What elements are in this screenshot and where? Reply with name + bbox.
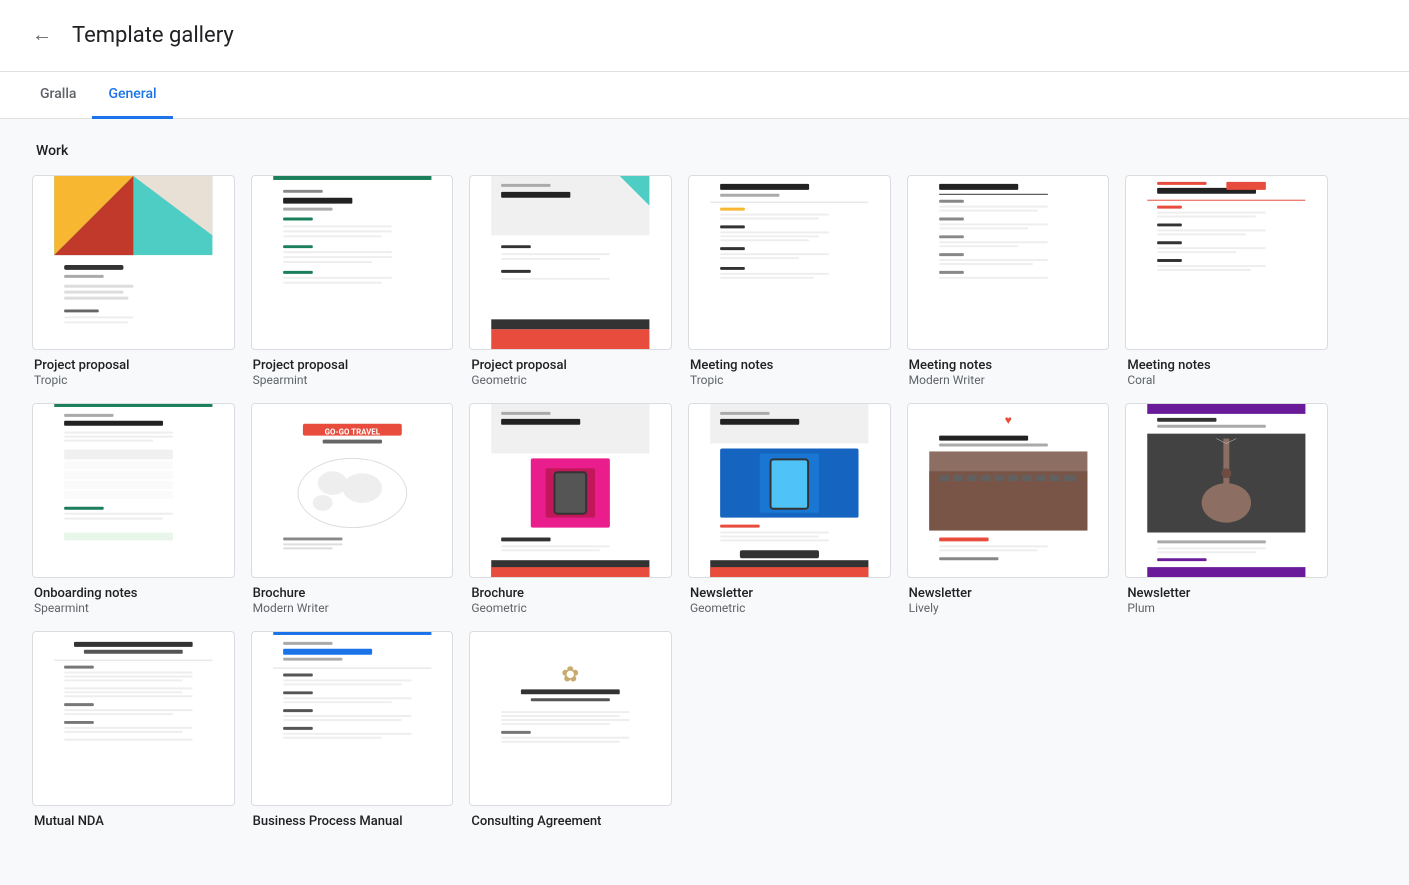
work-section: Work	[32, 143, 1328, 829]
template-card-mn-modern[interactable]: Meeting notes Modern Writer	[907, 175, 1110, 387]
template-thumb-br-geometric	[469, 403, 672, 578]
template-thumb-mn-coral	[1125, 175, 1328, 350]
template-sub-mn-tropic: Tropic	[688, 373, 891, 387]
template-name-on-spearmint: Onboarding notes	[32, 586, 235, 601]
template-sub-pp-tropic: Tropic	[32, 373, 235, 387]
template-card-mn-tropic[interactable]: Meeting notes Tropic	[688, 175, 891, 387]
template-thumb-pp-geometric	[469, 175, 672, 350]
template-thumb-consulting: ✿	[469, 631, 672, 806]
page-header: ← Template gallery	[0, 0, 1409, 72]
template-sub-nl-geometric: Geometric	[688, 601, 891, 615]
template-name-br-geometric: Brochure	[469, 586, 672, 601]
tab-bar: Gralla General	[0, 72, 1409, 119]
template-card-pp-tropic[interactable]: Project proposal Tropic	[32, 175, 235, 387]
template-name-mn-tropic: Meeting notes	[688, 358, 891, 373]
template-card-br-geometric[interactable]: Brochure Geometric	[469, 403, 672, 615]
svg-text:♥: ♥	[1004, 413, 1011, 427]
template-name-nl-plum: Newsletter	[1125, 586, 1328, 601]
template-thumb-nl-geometric	[688, 403, 891, 578]
template-card-nl-geometric[interactable]: Newsletter Geometric	[688, 403, 891, 615]
template-card-nda[interactable]: Mutual NDA	[32, 631, 235, 829]
template-sub-pp-spearmint: Spearmint	[251, 373, 454, 387]
svg-text:GO-GO TRAVEL: GO-GO TRAVEL	[324, 428, 380, 437]
tab-general[interactable]: General	[92, 72, 172, 119]
svg-text:✿: ✿	[562, 662, 580, 687]
template-thumb-bpm	[251, 631, 454, 806]
template-thumb-nl-lively: ♥	[907, 403, 1110, 578]
template-sub-br-modernwriter: Modern Writer	[251, 601, 454, 615]
tab-gralla[interactable]: Gralla	[24, 72, 92, 119]
template-name-consulting: Consulting Agreement	[469, 814, 672, 829]
template-thumb-pp-tropic	[32, 175, 235, 350]
template-sub-br-geometric: Geometric	[469, 601, 672, 615]
template-name-nda: Mutual NDA	[32, 814, 235, 829]
template-card-consulting[interactable]: ✿ Consulting Agreement	[469, 631, 672, 829]
template-sub-pp-geometric: Geometric	[469, 373, 672, 387]
template-card-nl-plum[interactable]: Newsletter Plum	[1125, 403, 1328, 615]
template-card-pp-geometric[interactable]: Project proposal Geometric	[469, 175, 672, 387]
template-card-br-modernwriter[interactable]: GO-GO TRAVEL Brochure Modern Writer	[251, 403, 454, 615]
template-card-bpm[interactable]: Business Process Manual	[251, 631, 454, 829]
main-content: Work	[0, 119, 1360, 885]
template-sub-nl-plum: Plum	[1125, 601, 1328, 615]
page-title: Template gallery	[72, 23, 234, 48]
template-thumb-br-modernwriter: GO-GO TRAVEL	[251, 403, 454, 578]
back-button[interactable]: ←	[24, 16, 60, 55]
template-card-nl-lively[interactable]: ♥	[907, 403, 1110, 615]
template-name-pp-geometric: Project proposal	[469, 358, 672, 373]
template-name-br-modernwriter: Brochure	[251, 586, 454, 601]
template-sub-on-spearmint: Spearmint	[32, 601, 235, 615]
template-name-pp-tropic: Project proposal	[32, 358, 235, 373]
template-thumb-nda	[32, 631, 235, 806]
back-icon: ←	[32, 24, 52, 47]
template-card-on-spearmint[interactable]: Onboarding notes Spearmint	[32, 403, 235, 615]
template-card-pp-spearmint[interactable]: Project proposal Spearmint	[251, 175, 454, 387]
template-name-bpm: Business Process Manual	[251, 814, 454, 829]
template-name-nl-geometric: Newsletter	[688, 586, 891, 601]
template-thumb-mn-modern	[907, 175, 1110, 350]
template-thumb-pp-spearmint	[251, 175, 454, 350]
template-name-mn-coral: Meeting notes	[1125, 358, 1328, 373]
template-sub-mn-modern: Modern Writer	[907, 373, 1110, 387]
section-title-work: Work	[32, 143, 1328, 159]
template-sub-nl-lively: Lively	[907, 601, 1110, 615]
template-thumb-nl-plum	[1125, 403, 1328, 578]
template-sub-mn-coral: Coral	[1125, 373, 1328, 387]
template-thumb-on-spearmint	[32, 403, 235, 578]
template-card-mn-coral[interactable]: Meeting notes Coral	[1125, 175, 1328, 387]
template-name-pp-spearmint: Project proposal	[251, 358, 454, 373]
template-grid-work: Project proposal Tropic	[32, 175, 1328, 829]
template-name-nl-lively: Newsletter	[907, 586, 1110, 601]
template-name-mn-modern: Meeting notes	[907, 358, 1110, 373]
template-thumb-mn-tropic	[688, 175, 891, 350]
